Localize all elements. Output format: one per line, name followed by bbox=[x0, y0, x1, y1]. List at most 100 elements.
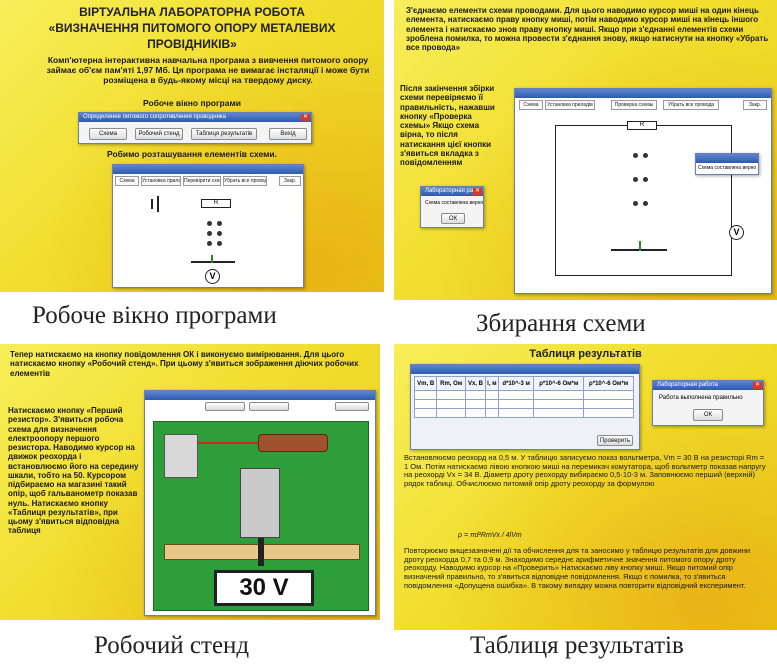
voltmeter[interactable]: V bbox=[729, 225, 744, 240]
second-resistor-button[interactable] bbox=[249, 402, 289, 411]
source-symbol[interactable] bbox=[157, 196, 159, 212]
terminal-dot[interactable] bbox=[217, 241, 222, 246]
check-button[interactable]: Проверить bbox=[597, 435, 633, 446]
results-table-button[interactable]: Таблиця результатів bbox=[191, 128, 257, 140]
input-cell[interactable] bbox=[497, 390, 535, 400]
slide-working-window: ВІРТУАЛЬНА ЛАБОРАТОРНА РОБОТА «ВИЗНАЧЕНН… bbox=[0, 0, 384, 292]
scheme-window: Схема Установка приладів Перевірити схем… bbox=[112, 164, 304, 288]
window-titlebar bbox=[515, 89, 771, 98]
header-cell: Vm, В bbox=[413, 376, 438, 391]
window-titlebar bbox=[145, 391, 375, 400]
resistor-r[interactable]: R bbox=[627, 121, 657, 130]
first-resistor-button[interactable] bbox=[205, 402, 245, 411]
close-button[interactable]: Закр. bbox=[279, 176, 301, 186]
input-cell[interactable] bbox=[497, 399, 535, 409]
work-stand-button[interactable]: Робочий стенд bbox=[135, 128, 183, 140]
tab-scheme[interactable]: Схема bbox=[115, 176, 139, 186]
check-scheme-button[interactable]: Проверка схемы bbox=[611, 100, 657, 110]
input-cell[interactable] bbox=[484, 408, 499, 418]
wiring-instructions: З'єднаємо елементи схеми проводами. Для … bbox=[406, 6, 769, 53]
resistor-r[interactable]: R bbox=[201, 199, 231, 208]
caption-work-stand: Робочий стенд bbox=[94, 632, 250, 659]
terminal-dot[interactable] bbox=[207, 231, 212, 236]
battery[interactable] bbox=[164, 434, 198, 478]
dialog-titlebar: Лабораторная работа bbox=[653, 381, 763, 390]
measurement-instructions: Тепер натискаємо на кнопку повідомлення … bbox=[10, 350, 359, 378]
input-cell[interactable] bbox=[484, 390, 499, 400]
input-cell[interactable] bbox=[533, 390, 585, 400]
slide-title-line-1: ВІРТУАЛЬНА ЛАБОРАТОРНА РОБОТА bbox=[79, 5, 305, 19]
resistor-component[interactable] bbox=[258, 434, 328, 452]
rheostat-slider[interactable] bbox=[211, 255, 213, 263]
voltmeter-display: 30 V bbox=[214, 570, 314, 606]
scheme-button[interactable]: Схема bbox=[89, 128, 127, 140]
window-titlebar bbox=[113, 165, 303, 174]
wire-red bbox=[198, 442, 258, 444]
source-symbol[interactable] bbox=[151, 199, 153, 209]
terminal-dot[interactable] bbox=[207, 241, 212, 246]
input-cell[interactable] bbox=[413, 390, 438, 400]
input-cell[interactable] bbox=[465, 390, 486, 400]
terminal-dot[interactable] bbox=[633, 153, 638, 158]
rheostat[interactable] bbox=[191, 261, 235, 263]
input-cell[interactable] bbox=[465, 408, 486, 418]
header-cell: Vx, В bbox=[465, 376, 486, 391]
tab-instruments[interactable]: Установка приладів bbox=[141, 176, 181, 186]
terminal-dot[interactable] bbox=[643, 153, 648, 158]
input-cell[interactable] bbox=[583, 390, 634, 400]
terminal-dot[interactable] bbox=[633, 177, 638, 182]
check-scheme-button[interactable]: Перевірити схему bbox=[183, 176, 221, 186]
input-cell[interactable] bbox=[436, 390, 467, 400]
window-titlebar: Определение питомого сопротивления прово… bbox=[79, 113, 311, 122]
input-cell[interactable] bbox=[533, 399, 585, 409]
rheostat-slider[interactable] bbox=[639, 241, 641, 251]
input-cell[interactable] bbox=[413, 408, 438, 418]
input-cell[interactable] bbox=[436, 408, 467, 418]
slide-assembling-scheme: З'єднаємо елементи схеми проводами. Для … bbox=[394, 0, 777, 300]
input-cell[interactable] bbox=[583, 408, 634, 418]
terminal-dot[interactable] bbox=[217, 231, 222, 236]
work-stand-window: 30 V bbox=[144, 390, 376, 616]
message-text: Схема составлена верно bbox=[698, 165, 757, 171]
close-icon[interactable]: ✕ bbox=[753, 382, 762, 389]
table-row bbox=[413, 390, 634, 400]
input-cell[interactable] bbox=[583, 399, 634, 409]
window-titlebar bbox=[411, 365, 639, 374]
ok-button[interactable]: ОК bbox=[693, 409, 723, 421]
remove-wires-button[interactable]: Убрать все провода bbox=[223, 176, 267, 186]
terminal-dot[interactable] bbox=[643, 177, 648, 182]
input-cell[interactable] bbox=[436, 399, 467, 409]
terminal-dot[interactable] bbox=[207, 221, 212, 226]
header-cell: d*10^-3 м bbox=[497, 376, 535, 391]
wire bbox=[555, 125, 556, 275]
stand-board: 30 V bbox=[153, 421, 369, 611]
voltmeter[interactable]: V bbox=[205, 269, 220, 284]
tab-scheme[interactable]: Схема bbox=[519, 100, 543, 110]
wire bbox=[555, 275, 732, 276]
ok-button[interactable]: ОК bbox=[441, 213, 465, 224]
caption-assembling-scheme: Збирання схеми bbox=[476, 310, 646, 337]
input-cell[interactable] bbox=[497, 408, 535, 418]
scheme-toolbar: Схема Установка приладів Перевірити схем… bbox=[115, 176, 301, 187]
remove-wires-button[interactable]: Убрать все провода bbox=[663, 100, 719, 110]
slide-title: Таблиця результатів bbox=[529, 348, 642, 360]
close-button[interactable]: Закр. bbox=[743, 100, 767, 110]
input-cell[interactable] bbox=[465, 399, 486, 409]
caption-results-table: Таблиця результатів bbox=[470, 632, 684, 659]
commutator[interactable] bbox=[240, 468, 280, 538]
input-cell[interactable] bbox=[533, 408, 585, 418]
window-titlebar bbox=[696, 154, 758, 163]
close-button[interactable] bbox=[335, 402, 369, 411]
close-icon[interactable]: ✕ bbox=[473, 188, 482, 195]
terminal-dot[interactable] bbox=[643, 201, 648, 206]
terminal-dot[interactable] bbox=[217, 221, 222, 226]
exit-button[interactable]: Вихід bbox=[269, 128, 307, 140]
terminal-dot[interactable] bbox=[633, 201, 638, 206]
wire bbox=[731, 125, 732, 275]
input-cell[interactable] bbox=[484, 399, 499, 409]
slide-results-table: Таблиця результатів Проверить Vm, В Rm, … bbox=[394, 344, 777, 630]
input-cell[interactable] bbox=[413, 399, 438, 409]
rheostat-slider[interactable] bbox=[258, 538, 264, 566]
tab-instruments[interactable]: Установка приладів bbox=[545, 100, 595, 110]
close-icon[interactable]: ✕ bbox=[301, 114, 310, 121]
